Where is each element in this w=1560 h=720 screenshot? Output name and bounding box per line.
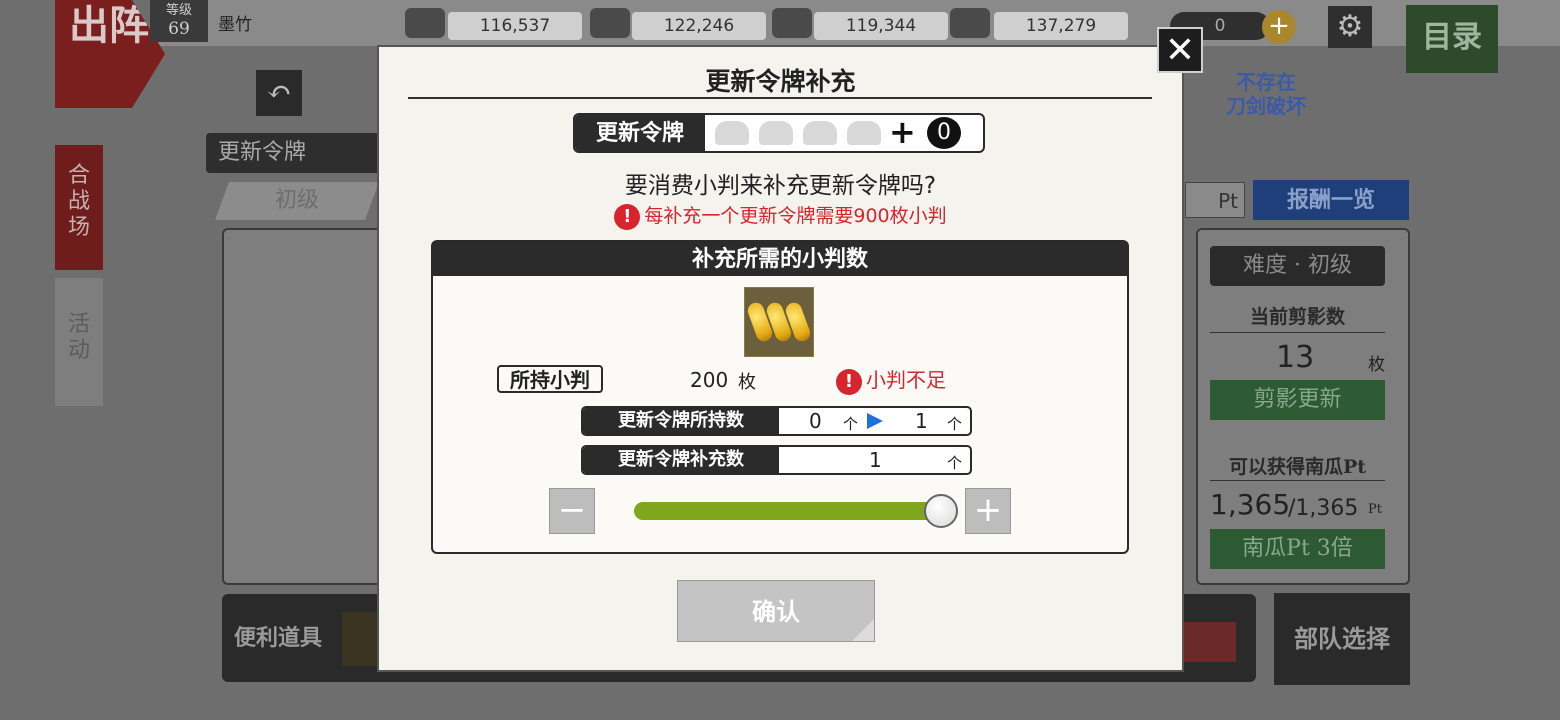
divider xyxy=(1210,480,1385,481)
token-status-bar: 更新令牌 + 0 xyxy=(573,113,985,153)
insufficient-text: 小判不足 xyxy=(866,368,946,392)
supply-token-label: 更新令牌补充数 xyxy=(583,447,779,473)
confirm-label: 确认 xyxy=(752,597,800,626)
plus-icon: + xyxy=(889,113,916,151)
owned-token-label: 更新令牌所持数 xyxy=(583,408,779,434)
resource-charcoal: 116,537 xyxy=(448,12,582,40)
owned-after-unit: 个 xyxy=(947,415,963,433)
required-koban-header: 补充所需的小判数 xyxy=(433,242,1127,276)
token-slot-icon xyxy=(715,121,749,145)
close-icon[interactable]: ✕ xyxy=(1157,27,1203,73)
red-badge xyxy=(1184,622,1236,662)
level-label: 等级 xyxy=(165,3,192,18)
gear-icon[interactable]: ⚙ xyxy=(1328,6,1372,48)
no-destroy-badge: 不存在 刀剑破坏 xyxy=(1226,70,1306,118)
reward-list-button[interactable]: 报酬一览 xyxy=(1253,180,1409,220)
supply-slider[interactable] xyxy=(634,502,944,520)
arrow-right-icon xyxy=(867,413,883,429)
pumpkin-pt-current: 1,365 xyxy=(1210,488,1291,521)
token-slot-icon xyxy=(803,121,837,145)
token-bar-background: 更新令牌 xyxy=(206,133,396,173)
insufficient-warning: ! 小判不足 xyxy=(836,364,946,395)
slider-handle[interactable] xyxy=(924,494,958,528)
resource-cooling: 119,344 xyxy=(814,12,948,40)
level-badge: 等级 69 xyxy=(150,0,208,42)
charcoal-icon xyxy=(405,8,445,38)
convenience-items-button[interactable]: 便利道具 xyxy=(222,594,334,682)
confirm-button[interactable]: 确认 xyxy=(677,580,875,642)
silhouette-count-value: 13 xyxy=(1276,340,1315,375)
token-slot-icon xyxy=(847,121,881,145)
cost-warning-text: 每补充一个更新令牌需要900枚小判 xyxy=(644,205,947,227)
dialog-title: 更新令牌补充 xyxy=(705,67,856,96)
pumpkin-bonus-badge: 南瓜Pt 3倍 xyxy=(1210,529,1385,569)
koban-icon xyxy=(744,287,814,357)
tab-basic-label: 初级 xyxy=(274,188,319,213)
owned-token-row: 更新令牌所持数 0 个 1 个 xyxy=(581,406,972,436)
level-value: 69 xyxy=(168,19,190,39)
decrease-button[interactable]: − xyxy=(549,488,595,534)
warning-icon: ! xyxy=(836,368,862,395)
token-label: 更新令牌 xyxy=(575,115,705,151)
add-gold-button[interactable]: + xyxy=(1262,10,1296,44)
supply-value: 1 xyxy=(869,448,882,472)
back-icon[interactable]: ↶ xyxy=(256,70,302,116)
sortie-banner: 出阵 xyxy=(55,0,165,108)
item-thumbnail xyxy=(342,612,382,666)
difficulty-badge: 难度 · 初级 xyxy=(1210,246,1385,286)
supply-token-row: 更新令牌补充数 1 个 xyxy=(581,445,972,475)
pumpkin-pt-label: 可以获得南瓜Pt xyxy=(1228,456,1367,478)
silhouette-count-label: 当前剪影数 xyxy=(1249,306,1345,328)
slider-fill xyxy=(634,502,944,520)
player-name: 墨竹 xyxy=(218,15,252,35)
menu-button[interactable]: 目录 xyxy=(1406,5,1498,73)
warning-icon: ! xyxy=(614,203,641,230)
divider xyxy=(1210,332,1385,333)
owned-before-value: 0 xyxy=(809,409,822,433)
token-count: 0 xyxy=(927,117,961,149)
increase-button[interactable]: + xyxy=(965,488,1011,534)
side-tab-event[interactable]: 活 动 xyxy=(55,278,103,406)
silhouette-update-button[interactable]: 剪影更新 xyxy=(1210,380,1385,420)
held-koban-unit: 枚 xyxy=(738,372,756,393)
whetstone-icon xyxy=(950,8,990,38)
pt-box: Pt xyxy=(1185,182,1245,218)
side-tab-battlefield[interactable]: 合 战 场 xyxy=(55,145,103,270)
unit-select-button[interactable]: 部队选择 xyxy=(1274,593,1410,685)
steel-icon xyxy=(590,8,630,38)
resource-whetstone: 137,279 xyxy=(994,12,1128,40)
cost-warning: ! 每补充一个更新令牌需要900枚小判 xyxy=(379,201,1182,230)
resource-steel: 122,246 xyxy=(632,12,766,40)
silhouette-count-unit: 枚 xyxy=(1368,355,1385,375)
supply-unit: 个 xyxy=(947,454,963,472)
owned-after-value: 1 xyxy=(915,409,928,433)
token-slot-icon xyxy=(759,121,793,145)
pumpkin-pt-unit: Pt xyxy=(1368,502,1382,517)
held-koban-value: 200 xyxy=(690,368,729,392)
title-divider xyxy=(408,97,1152,99)
cooling-material-icon xyxy=(772,8,812,38)
confirm-question: 要消费小判来补充更新令牌吗? xyxy=(624,173,937,199)
owned-before-unit: 个 xyxy=(843,415,859,433)
pumpkin-pt-max: /1,365 xyxy=(1288,496,1359,521)
held-koban-label: 所持小判 xyxy=(497,365,603,393)
tab-basic[interactable]: 初级 xyxy=(215,182,379,220)
